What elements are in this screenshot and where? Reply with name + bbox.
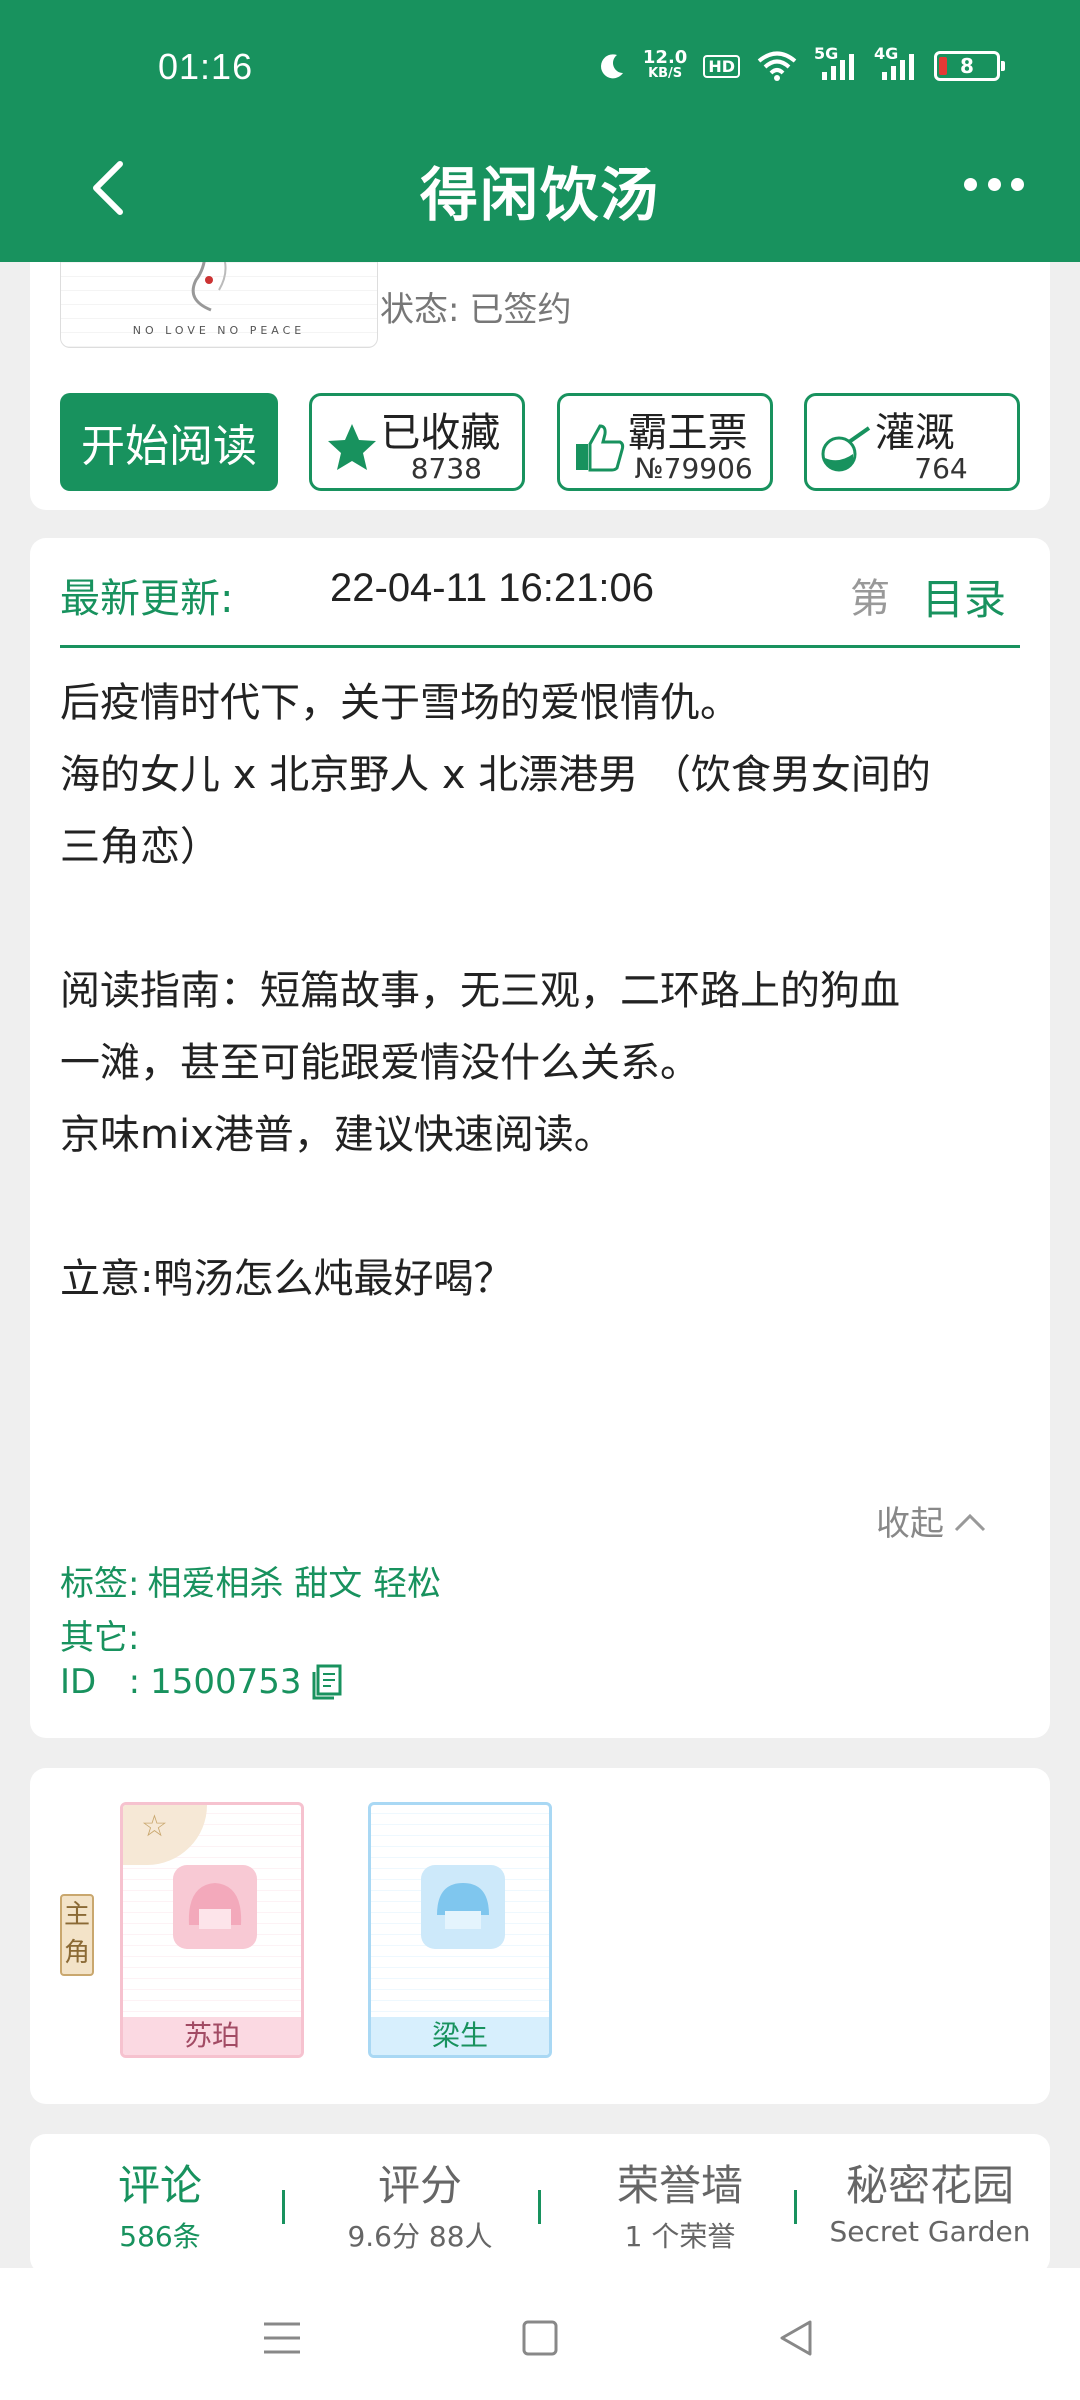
tab-divider — [794, 2190, 797, 2224]
latest-update-time: 22-04-11 16:21:06 — [330, 566, 654, 610]
tags-value[interactable]: 相爱相杀 甜文 轻松 — [147, 1564, 441, 1604]
flask-icon — [821, 426, 871, 472]
tab-divider — [282, 2190, 285, 2224]
book-summary: 后疫情时代下，关于雪场的爱恨情仇。 海的女儿 x 北京野人 x 北漂港男 （饮食… — [60, 678, 1020, 1326]
avatar — [421, 1865, 505, 1949]
do-not-disturb-moon-icon — [600, 54, 623, 79]
signal-4g-icon: 4G — [874, 44, 918, 82]
ticket-button[interactable]: 霸王票 №79906 — [556, 393, 773, 491]
water-button[interactable]: 灌溉 764 — [803, 393, 1020, 491]
ticket-rank: №79906 — [634, 452, 753, 485]
star-icon — [328, 424, 377, 470]
status-time: 01:16 — [158, 46, 254, 87]
other-row: 其它: — [60, 1618, 140, 1658]
wifi-icon — [757, 51, 797, 81]
tab-divider — [538, 2190, 541, 2224]
system-nav-bar — [0, 2268, 1080, 2400]
app-bar: 01:16 12.0 KB/S HD 5G 4G 8 得闲饮汤 — [0, 0, 1080, 262]
favorite-count: 8738 — [410, 452, 482, 485]
avatar — [173, 1865, 257, 1949]
tags-row: 标签: 相爱相杀 甜文 轻松 — [60, 1564, 442, 1604]
tab-rating[interactable]: 评分 9.6分 88人 — [320, 2152, 520, 2255]
character-name: 梁生 — [371, 2017, 549, 2055]
favorite-button[interactable]: 已收藏 8738 — [309, 393, 526, 491]
cover-tagline: NO LOVE NO PEACE — [132, 324, 306, 337]
summary-line: 立意:鸭汤怎么炖最好喝？ — [60, 1256, 514, 1302]
sign-status: 状态: 已签约 — [380, 290, 572, 330]
book-info-card: NO LOVE NO PEACE 状态: 已签约 开始阅读 已收藏 8738 霸王… — [30, 230, 1050, 510]
tab-honor-wall[interactable]: 荣誉墙 1 个荣誉 — [570, 2152, 790, 2255]
signal-5g-icon: 5G — [814, 44, 858, 82]
character-name: 苏珀 — [123, 2017, 301, 2055]
status-bar: 01:16 12.0 KB/S HD 5G 4G 8 — [0, 40, 1080, 100]
id-row: ID : 1500753 — [60, 1662, 346, 1702]
tab-comments[interactable]: 评论 586条 — [80, 2152, 240, 2255]
back-triangle-icon[interactable] — [768, 2308, 828, 2368]
more-dots-icon — [964, 177, 977, 191]
home-square-icon[interactable] — [510, 2308, 570, 2368]
more-button[interactable] — [964, 164, 1024, 204]
menu-icon[interactable] — [252, 2308, 312, 2368]
character-card[interactable]: ☆ 苏珀 — [120, 1802, 304, 2058]
chevron-up-icon — [954, 1513, 986, 1531]
action-row: 开始阅读 已收藏 8738 霸王票 №79906 灌溉 764 — [60, 393, 1020, 491]
summary-card: 最新更新: 22-04-11 16:21:06 第 目录 后疫情时代下，关于雪场… — [30, 538, 1050, 1738]
bottom-tabs-card: 评论 586条 评分 9.6分 88人 荣誉墙 1 个荣誉 秘密花园 Secre… — [30, 2134, 1050, 2274]
thumbs-up-icon — [575, 424, 624, 472]
star-icon: ☆ — [141, 1809, 168, 1844]
characters-card: 主角 ☆ 苏珀 梁生 — [30, 1768, 1050, 2104]
toc-link[interactable]: 目录 — [922, 566, 1006, 627]
ticket-label: 霸王票 — [627, 410, 748, 456]
latest-update-label: 最新更新: — [60, 576, 234, 622]
page-title: 得闲饮汤 — [419, 161, 660, 229]
water-count: 764 — [914, 452, 968, 485]
start-reading-button[interactable]: 开始阅读 — [60, 393, 278, 491]
battery-icon: 8 — [934, 51, 1005, 81]
copy-icon[interactable] — [310, 1662, 346, 1702]
hd-badge: HD — [703, 54, 740, 78]
tab-secret-garden[interactable]: 秘密花园 Secret Garden — [810, 2152, 1050, 2248]
water-label: 灌溉 — [874, 410, 955, 456]
latest-chapter: 第 — [850, 576, 890, 622]
net-speed: 12.0 KB/S — [642, 47, 688, 82]
main-role-tag: 主角 — [60, 1894, 94, 1976]
favorite-label: 已收藏 — [380, 410, 501, 456]
character-card[interactable]: 梁生 — [368, 1802, 552, 2058]
top-nav: 得闲饮汤 — [0, 140, 1080, 240]
status-icons: 12.0 KB/S HD 5G 4G 8 — [597, 44, 1005, 82]
collapse-button[interactable]: 收起 — [876, 1496, 990, 1545]
latest-update-row[interactable]: 最新更新: 22-04-11 16:21:06 第 目录 — [60, 538, 1020, 648]
